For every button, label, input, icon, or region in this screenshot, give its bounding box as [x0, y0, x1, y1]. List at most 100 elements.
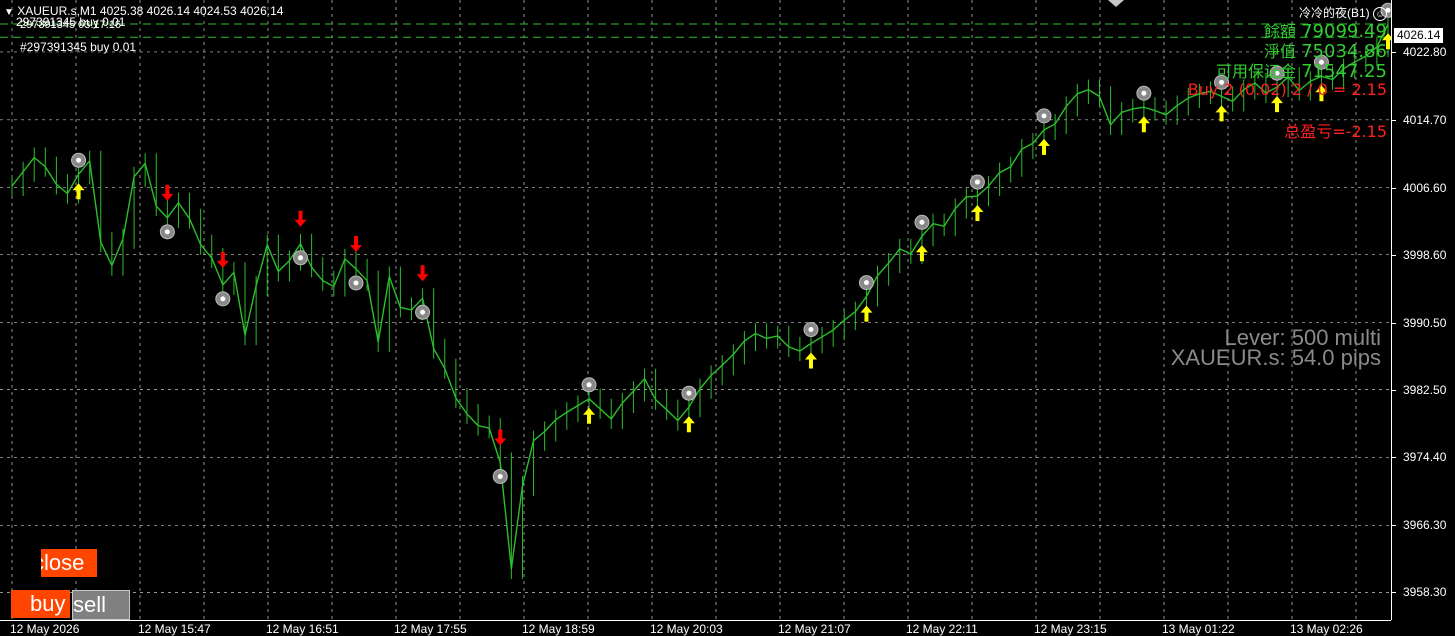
- trade-marker-dot: [220, 296, 226, 302]
- price-segment: [610, 402, 623, 420]
- price-axis[interactable]: 4022.80 4014.70 4006.60 3998.60 3990.50 3982.…: [1391, 0, 1455, 620]
- trade-marker-dot: [497, 473, 503, 479]
- price-tick-label: 3998.60: [1403, 247, 1447, 262]
- price-segment: [1143, 106, 1156, 112]
- price-chart[interactable]: [0, 0, 1391, 620]
- price-segment: [188, 218, 202, 245]
- price-segment: [222, 271, 235, 286]
- price-segment: [1110, 111, 1123, 126]
- price-segment: [599, 408, 612, 420]
- price-segment: [643, 378, 657, 400]
- buy-arrow-icon: [1038, 138, 1050, 155]
- sell-arrow-icon: [161, 184, 174, 201]
- price-tick-label: 3966.30: [1403, 518, 1447, 533]
- price-tick-label: 4022.80: [1403, 44, 1447, 59]
- time-tick-label: 13 May 02:26: [1290, 622, 1363, 636]
- trade-marker-dot: [808, 327, 814, 333]
- price-segment: [710, 364, 723, 376]
- trade-marker-dot: [420, 309, 426, 315]
- price-segment: [166, 202, 180, 219]
- total-pnl: 总盈亏=-2.15: [1284, 122, 1387, 141]
- sell-arrow-icon: [494, 429, 507, 446]
- position-summary: Buy 2 (0.02) 2 / 0 = 2.15: [1187, 80, 1387, 99]
- free-margin-label: 可用保证金: [1216, 62, 1297, 81]
- price-segment: [366, 280, 379, 342]
- price-tick-label: 3982.50: [1403, 382, 1447, 397]
- trade-marker-dot: [686, 390, 692, 396]
- price-segment: [311, 266, 324, 282]
- buy-arrow-icon: [583, 407, 596, 424]
- order-line-b: 297391345 03:17:16: [20, 19, 121, 31]
- price-segment: [1176, 97, 1189, 107]
- time-tick-label: 12 May 15:47: [138, 622, 211, 636]
- trade-marker-dot: [586, 382, 592, 388]
- price-segment: [888, 248, 901, 264]
- price-segment: [533, 430, 546, 442]
- price-segment: [510, 485, 524, 569]
- price-segment: [577, 398, 590, 407]
- price-tick-label: 4006.60: [1403, 180, 1447, 195]
- sell-button[interactable]: sell: [72, 590, 130, 620]
- price-segment: [88, 160, 102, 243]
- dropdown-triangle-icon[interactable]: ▼: [4, 7, 14, 18]
- order-info-line-b: 297391345 03:17:16: [20, 19, 121, 31]
- sell-arrow-icon: [350, 235, 362, 252]
- price-segment: [111, 238, 124, 266]
- price-segment: [766, 335, 778, 340]
- order-label: #297391345 buy 0.01: [20, 40, 137, 54]
- spread-info: XAUEUR.s: 54.0 pips: [1170, 345, 1381, 370]
- price-segment: [244, 285, 257, 336]
- price-segment: [544, 419, 557, 432]
- price-segment: [810, 336, 823, 345]
- price-segment: [33, 156, 46, 168]
- close-button[interactable]: close: [41, 549, 97, 577]
- price-segment: [1098, 96, 1112, 126]
- price-segment: [743, 332, 756, 342]
- scroll-marker-icon[interactable]: [1108, 0, 1124, 7]
- price-segment: [821, 329, 834, 338]
- price-segment: [588, 398, 601, 410]
- time-tick-label: 12 May 17:55: [394, 622, 467, 636]
- price-segment: [200, 244, 213, 259]
- price-segment: [333, 258, 346, 287]
- price-segment: [1054, 106, 1067, 125]
- price-segment: [943, 208, 956, 227]
- price-segment: [388, 276, 402, 308]
- price-segment: [1121, 108, 1133, 113]
- current-price-tag: 4026.14: [1394, 28, 1444, 43]
- buy-button[interactable]: buy: [11, 590, 70, 618]
- price-segment: [655, 399, 668, 411]
- price-segment: [721, 353, 734, 366]
- price-segment: [344, 258, 357, 270]
- price-tick-label: 3958.30: [1403, 585, 1447, 600]
- price-segment: [155, 205, 168, 219]
- price-segment: [400, 306, 412, 311]
- buy-arrow-icon: [915, 245, 928, 262]
- price-segment: [877, 262, 890, 277]
- price-segment: [1088, 89, 1100, 97]
- price-segment: [233, 272, 246, 336]
- price-segment: [699, 374, 712, 390]
- price-segment: [277, 260, 290, 272]
- time-tick-label: 12 May 21:07: [778, 622, 851, 636]
- price-segment: [999, 166, 1012, 174]
- time-tick-label: 12 May 2026: [10, 622, 80, 636]
- price-segment: [1021, 142, 1034, 150]
- price-segment: [666, 409, 679, 422]
- price-segment: [11, 171, 24, 187]
- price-segment: [755, 332, 767, 340]
- chart-area[interactable]: ▼ XAUEUR.s,M1 4025.38 4026.14 4024.53 40…: [0, 0, 1391, 620]
- price-segment: [788, 346, 801, 352]
- price-segment: [133, 162, 146, 178]
- price-segment: [832, 319, 845, 331]
- price-segment: [466, 413, 479, 427]
- price-segment: [433, 348, 446, 369]
- time-axis[interactable]: 12 May 2026 12 May 15:47 12 May 16:51 12 Ma…: [0, 620, 1391, 636]
- price-segment: [843, 311, 856, 321]
- trade-marker-dot: [353, 280, 359, 286]
- price-segment: [1154, 109, 1167, 116]
- sell-arrow-icon: [216, 251, 229, 268]
- buy-arrow-icon: [1137, 116, 1150, 133]
- trade-marker-dot: [298, 255, 304, 261]
- sell-arrow-icon: [416, 265, 429, 282]
